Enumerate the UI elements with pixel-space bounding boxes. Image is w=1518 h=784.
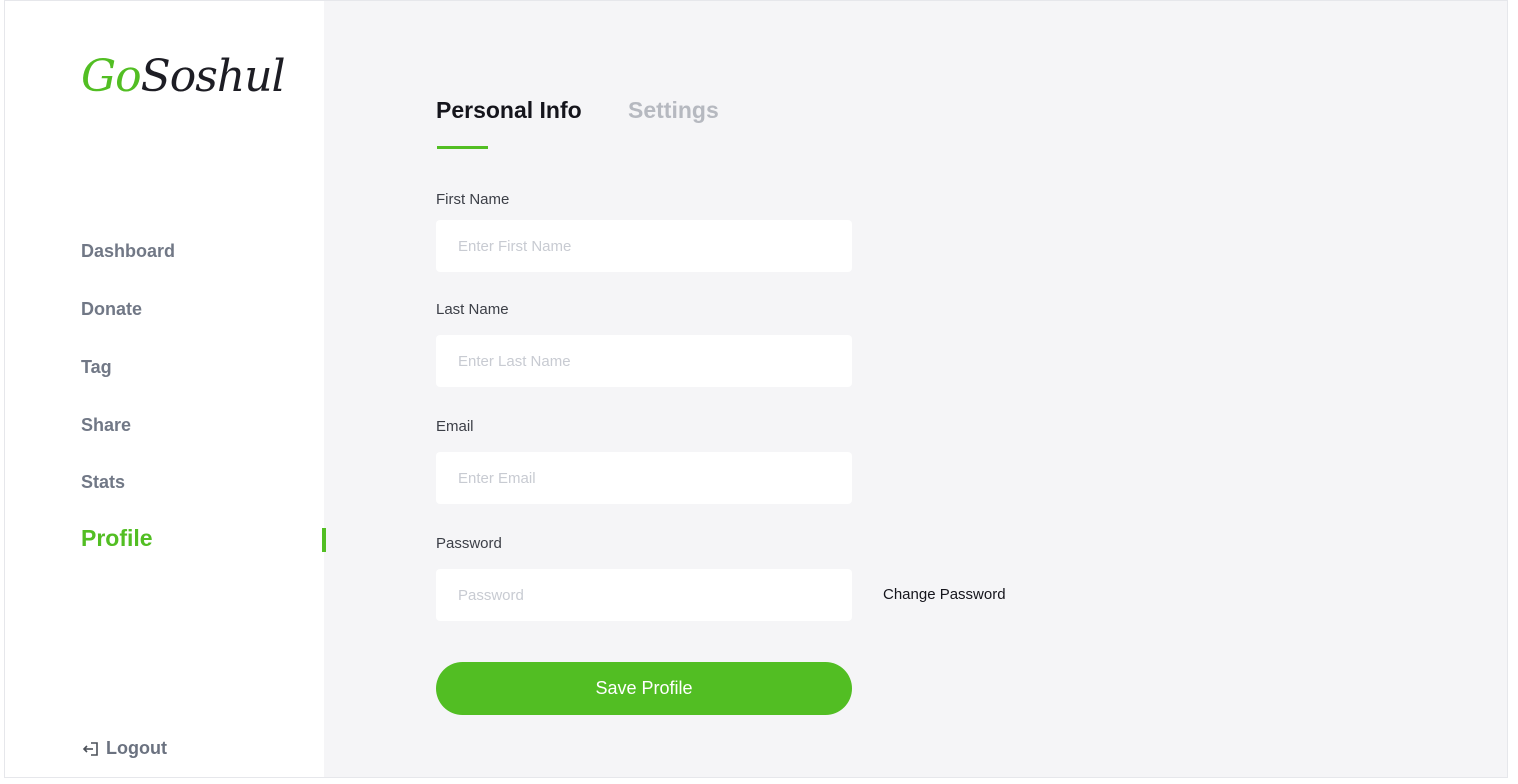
first-name-input[interactable]	[436, 220, 852, 272]
sidebar: GoSoshul Dashboard Donate Tag Share Stat…	[5, 1, 326, 777]
tab-settings[interactable]: Settings	[628, 97, 719, 124]
email-label: Email	[436, 418, 474, 435]
logout-icon	[82, 741, 98, 756]
logout-button[interactable]: Logout	[82, 738, 167, 759]
sidebar-item-tag[interactable]: Tag	[81, 357, 112, 378]
change-password-link[interactable]: Change Password	[883, 586, 1006, 603]
tab-personal-info[interactable]: Personal Info	[436, 97, 582, 124]
password-label: Password	[436, 535, 502, 552]
first-name-label: First Name	[436, 191, 510, 208]
logo-soshul-text: Soshul	[140, 51, 286, 102]
email-input[interactable]	[436, 452, 852, 504]
sidebar-item-dashboard[interactable]: Dashboard	[81, 241, 175, 262]
logo-go-text: Go	[81, 51, 142, 102]
app-window: GoSoshul Dashboard Donate Tag Share Stat…	[4, 0, 1508, 778]
sidebar-item-donate[interactable]: Donate	[81, 299, 142, 320]
save-profile-button[interactable]: Save Profile	[436, 662, 852, 715]
gososhul-logo[interactable]: GoSoshul	[81, 47, 286, 107]
sidebar-item-profile[interactable]: Profile	[81, 525, 153, 552]
active-tab-underline	[437, 146, 488, 149]
last-name-input[interactable]	[436, 335, 852, 387]
sidebar-item-stats[interactable]: Stats	[81, 472, 125, 493]
password-input[interactable]	[436, 569, 852, 621]
active-nav-indicator	[322, 528, 326, 552]
sidebar-item-share[interactable]: Share	[81, 415, 131, 436]
logout-label: Logout	[106, 738, 167, 758]
last-name-label: Last Name	[436, 301, 509, 318]
